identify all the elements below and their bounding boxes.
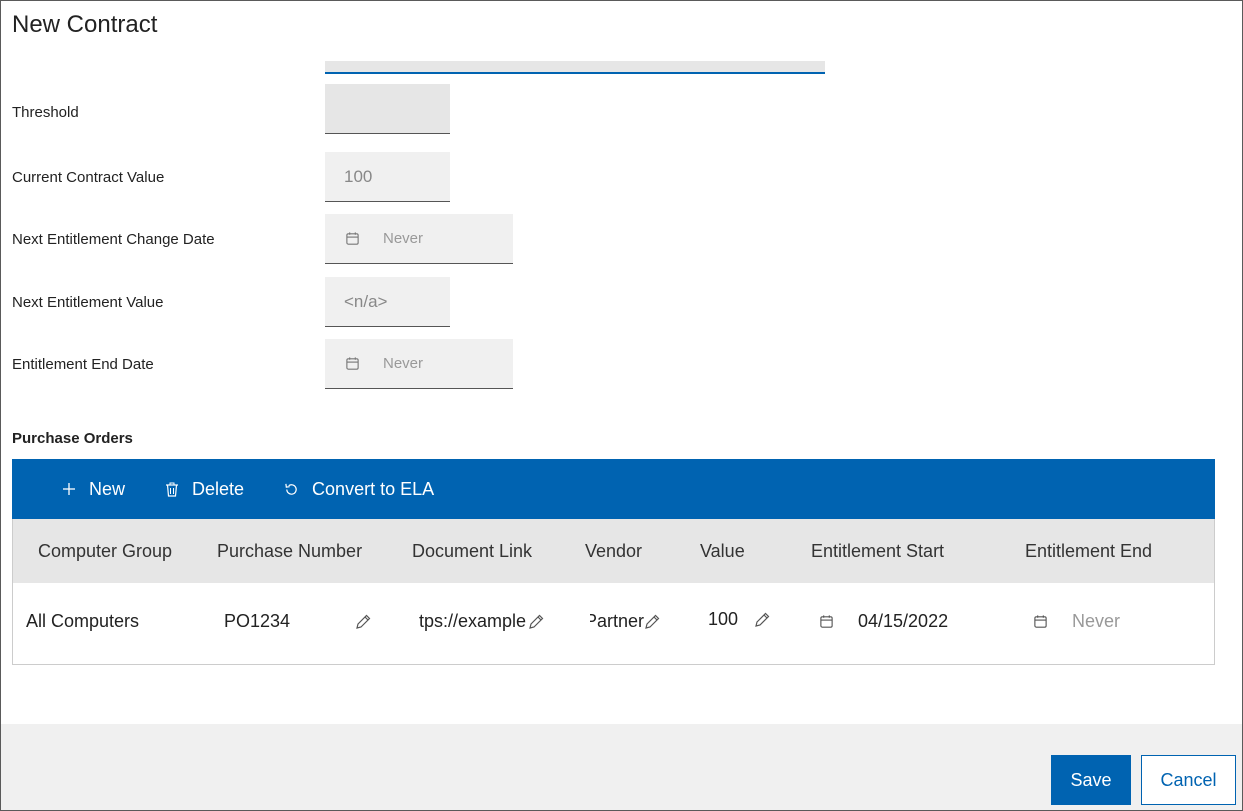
next-entitlement-value-input[interactable]: <n/a> [325,277,450,327]
new-contract-dialog: New Contract Threshold Current Contract … [0,0,1243,811]
column-header-value[interactable]: Value [700,541,745,562]
contract-name-input[interactable] [325,61,825,74]
convert-to-ela-button[interactable]: Convert to ELA [284,479,434,500]
next-entitlement-change-date-value: Never [383,230,424,247]
delete-button[interactable]: Delete [165,479,244,500]
column-header-document-link[interactable]: Document Link [412,541,532,562]
delete-button-label: Delete [192,478,245,499]
purchase-orders-toolbar: New Delete Convert to ELA [12,459,1215,519]
entitlement-end-date-picker[interactable]: Never [325,339,513,389]
plus-icon [63,483,75,495]
purchase-orders-grid: Computer Group Purchase Number Document … [12,519,1215,665]
column-header-purchase-number[interactable]: Purchase Number [217,541,362,562]
purchase-orders-title: Purchase Orders [12,430,133,447]
cell-computer-group: All Computers [26,611,140,631]
pencil-icon[interactable] [753,611,771,629]
next-entitlement-value-label: Next Entitlement Value [12,294,164,311]
next-entitlement-value: <n/a> [344,291,388,311]
cell-purchase-number: PO1234 [224,611,291,631]
column-header-entitlement-start[interactable]: Entitlement Start [811,541,944,562]
cell-document-link: tps://example [419,611,527,631]
convert-to-ela-label: Convert to ELA [312,478,435,499]
cell-value: 100 [708,609,739,629]
pencil-icon[interactable] [354,613,372,631]
pencil-icon[interactable] [527,613,545,631]
calendar-icon[interactable] [819,614,834,629]
current-contract-value-label: Current Contract Value [12,169,165,186]
cell-vendor: Partner [590,611,644,631]
current-contract-value-input[interactable]: 100 [325,152,450,202]
entitlement-end-date-value: Never [383,355,424,372]
grid-header: Computer Group Purchase Number Document … [13,519,1214,583]
column-header-computer-group[interactable]: Computer Group [38,541,172,562]
new-button[interactable]: New [62,479,125,500]
column-header-vendor[interactable]: Vendor [585,541,642,562]
calendar-icon [346,232,359,245]
cancel-button[interactable]: Cancel [1141,755,1236,805]
next-entitlement-change-date-label: Next Entitlement Change Date [12,231,215,248]
trash-icon [166,482,179,497]
cell-entitlement-end: Never [1072,611,1121,631]
dialog-title: New Contract [12,11,158,38]
cell-entitlement-start: 04/15/2022 [858,611,949,631]
entitlement-end-date-label: Entitlement End Date [12,356,154,373]
table-row[interactable]: All Computers PO1234 tps://example Partn… [13,583,1214,664]
new-button-label: New [89,478,126,499]
next-entitlement-change-date-picker[interactable]: Never [325,214,513,264]
refresh-icon [285,483,297,495]
column-header-entitlement-end[interactable]: Entitlement End [1025,541,1152,562]
calendar-icon [346,357,359,370]
current-contract-value: 100 [344,166,373,186]
pencil-icon[interactable] [643,613,661,631]
threshold-input[interactable] [325,84,450,134]
threshold-label: Threshold [12,104,79,121]
calendar-icon[interactable] [1033,614,1048,629]
save-button[interactable]: Save [1051,755,1131,805]
